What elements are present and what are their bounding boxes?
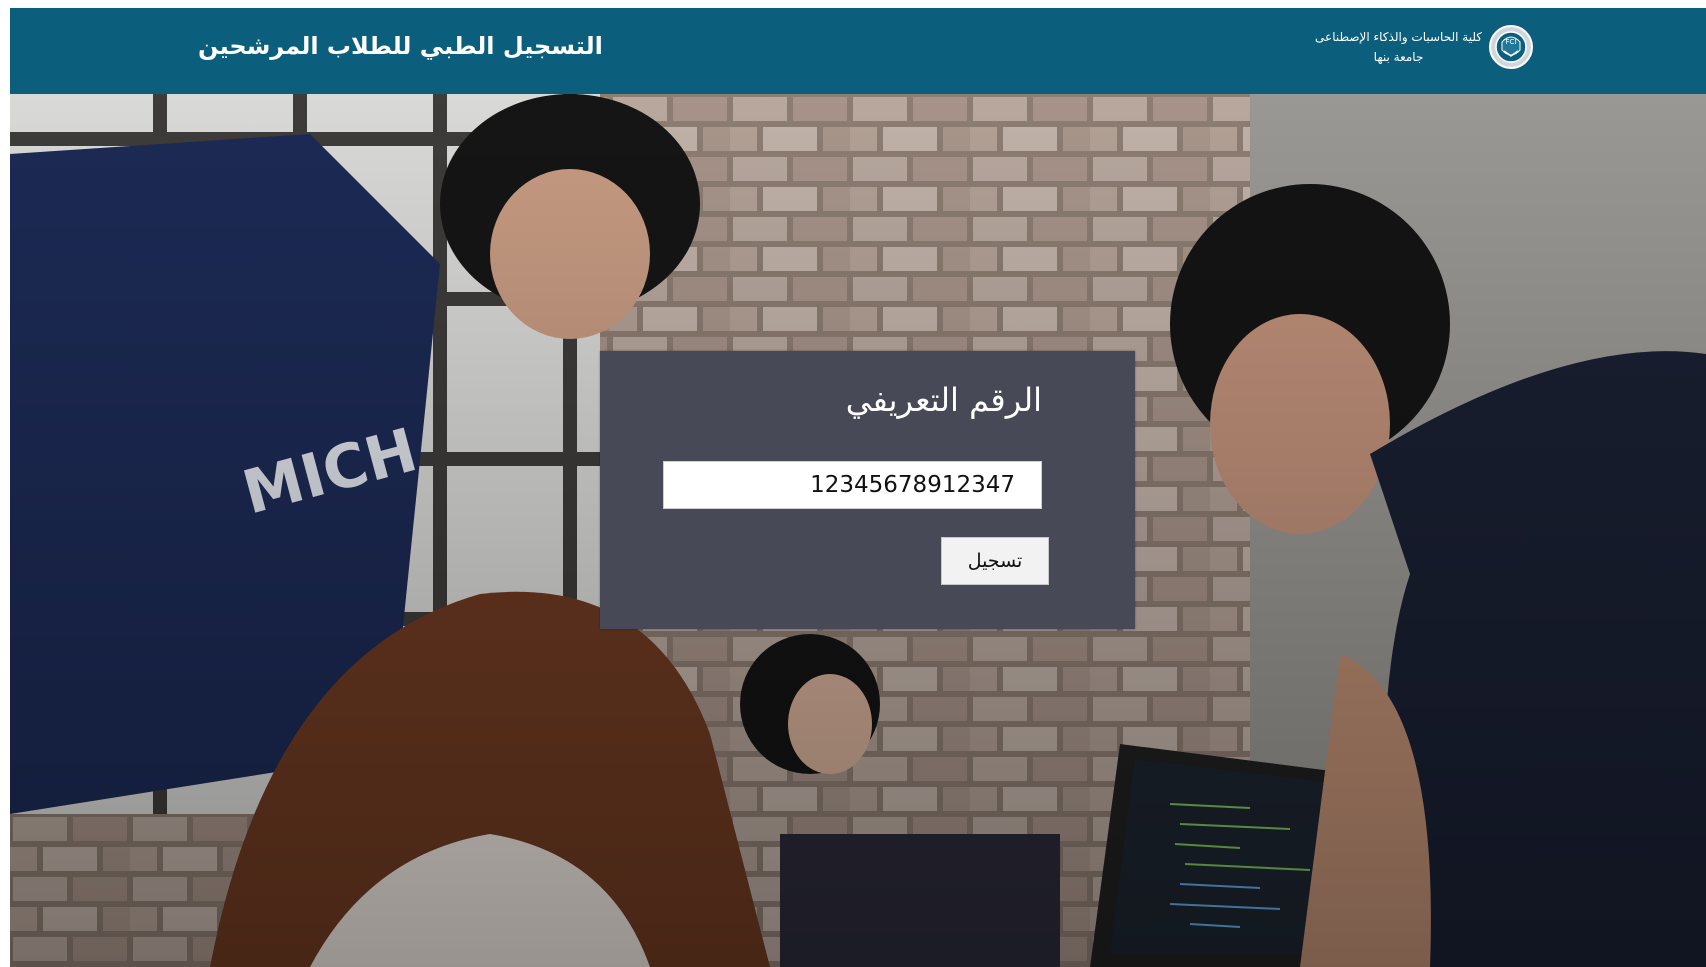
- svg-text:FCI: FCI: [1506, 38, 1517, 46]
- university-name: جامعة بنها: [1373, 50, 1424, 64]
- register-button[interactable]: تسجيل: [941, 537, 1049, 585]
- id-number-input[interactable]: [663, 461, 1042, 509]
- page-title: التسجيل الطبي للطلاب المرشحين: [198, 32, 603, 60]
- login-title: الرقم التعريفي: [845, 381, 1042, 419]
- faculty-brand[interactable]: FCI كلية الحاسبات والذكاء الإصطناعى جامع…: [1315, 24, 1534, 70]
- page-frame: التسجيل الطبي للطلاب المرشحين FCI كلية ا…: [10, 8, 1706, 967]
- top-header: التسجيل الطبي للطلاب المرشحين FCI كلية ا…: [10, 8, 1706, 94]
- faculty-name: كلية الحاسبات والذكاء الإصطناعى: [1315, 30, 1482, 44]
- login-card: الرقم التعريفي تسجيل: [600, 351, 1135, 629]
- university-crest-icon: FCI: [1489, 25, 1533, 69]
